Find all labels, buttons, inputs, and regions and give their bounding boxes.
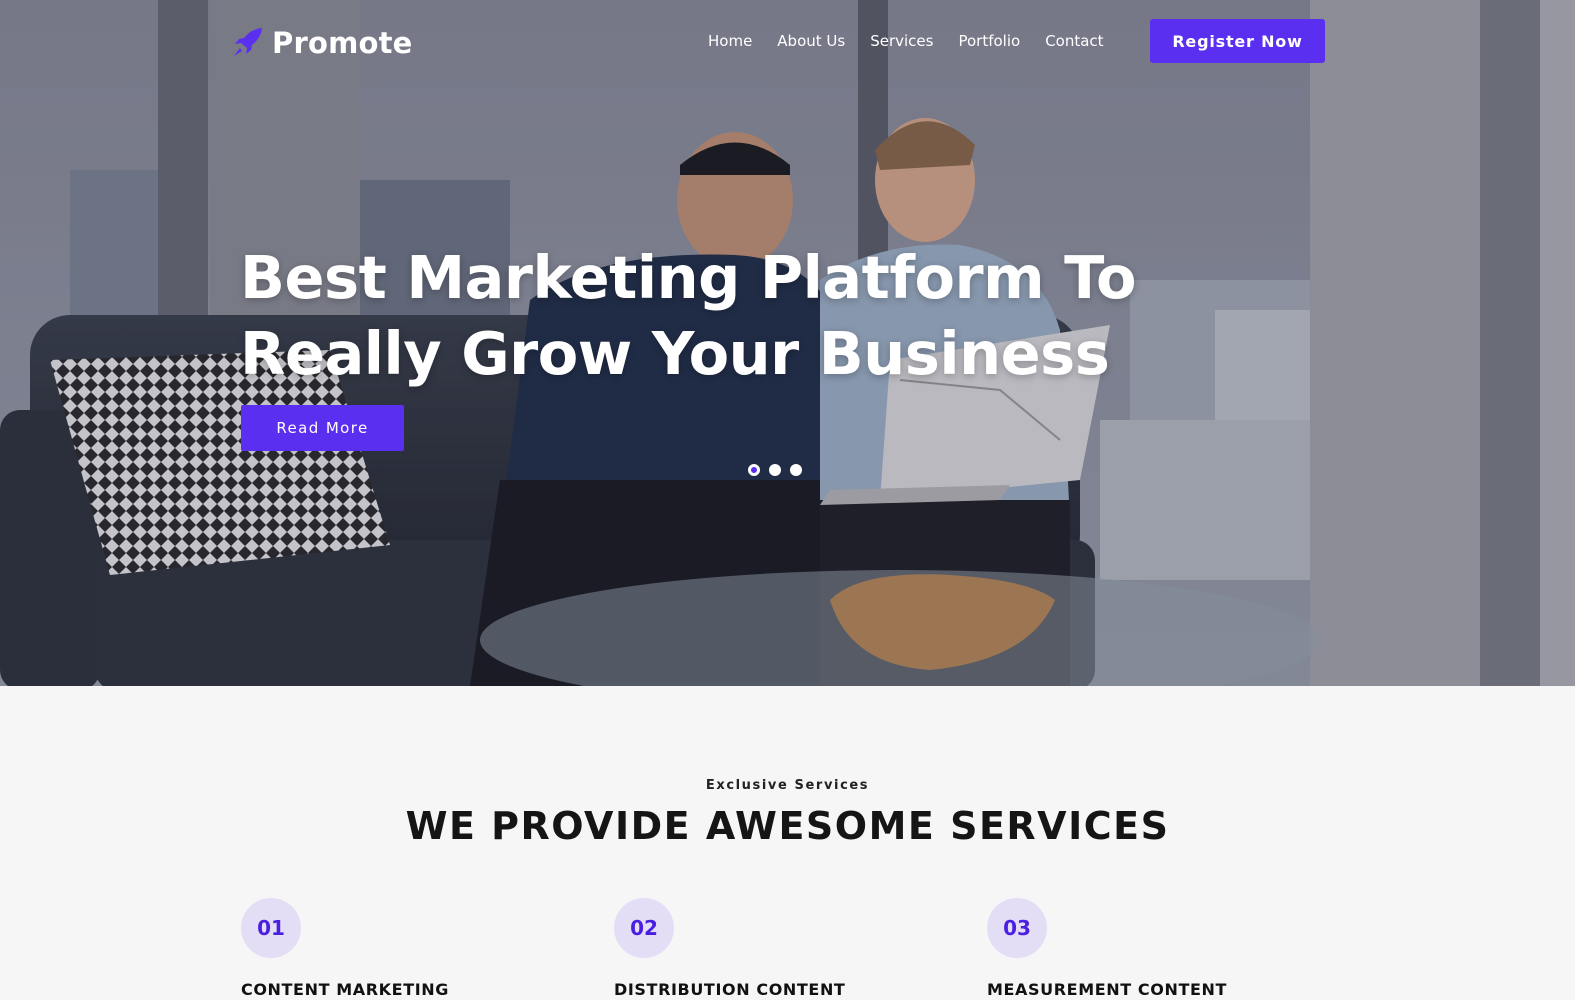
service-card-3: 03 MEASUREMENT CONTENT bbox=[987, 898, 1317, 999]
hero-section: Promote Home About Us Services Portfolio… bbox=[0, 0, 1575, 686]
nav-services[interactable]: Services bbox=[870, 32, 933, 50]
service-label[interactable]: MEASUREMENT CONTENT bbox=[987, 980, 1317, 999]
rocket-icon bbox=[234, 28, 262, 56]
service-number-badge: 01 bbox=[241, 898, 301, 958]
nav-home[interactable]: Home bbox=[708, 32, 752, 50]
hero-title: Best Marketing Platform To Really Grow Y… bbox=[240, 240, 1220, 392]
nav-contact[interactable]: Contact bbox=[1045, 32, 1103, 50]
services-title: WE PROVIDE AWESOME SERVICES bbox=[405, 804, 1170, 848]
nav-about-us[interactable]: About Us bbox=[777, 32, 845, 50]
main-menu: Home About Us Services Portfolio Contact bbox=[708, 32, 1129, 50]
service-label[interactable]: DISTRIBUTION CONTENT bbox=[614, 980, 944, 999]
slider-dots bbox=[748, 464, 802, 476]
service-card-1: 01 CONTENT MARKETING bbox=[241, 898, 571, 999]
slider-dot-3[interactable] bbox=[790, 464, 802, 476]
service-number-badge: 03 bbox=[987, 898, 1047, 958]
services-eyebrow: Exclusive Services bbox=[705, 778, 870, 793]
nav-portfolio[interactable]: Portfolio bbox=[958, 32, 1020, 50]
hero-title-line-1: Best Marketing Platform To bbox=[240, 243, 1137, 312]
register-now-button[interactable]: Register Now bbox=[1150, 19, 1325, 63]
top-navigation: Promote Home About Us Services Portfolio… bbox=[0, 0, 1575, 86]
service-card-2: 02 DISTRIBUTION CONTENT bbox=[614, 898, 944, 999]
slider-dot-1[interactable] bbox=[748, 464, 760, 476]
brand-name: Promote bbox=[272, 26, 413, 60]
services-section: Exclusive Services WE PROVIDE AWESOME SE… bbox=[0, 686, 1575, 1000]
slider-dot-2[interactable] bbox=[769, 464, 781, 476]
brand-logo[interactable]: Promote bbox=[232, 26, 413, 60]
read-more-button[interactable]: Read More bbox=[241, 405, 404, 451]
service-label[interactable]: CONTENT MARKETING bbox=[241, 980, 571, 999]
hero-title-line-2: Really Grow Your Business bbox=[240, 319, 1110, 388]
service-number-badge: 02 bbox=[614, 898, 674, 958]
